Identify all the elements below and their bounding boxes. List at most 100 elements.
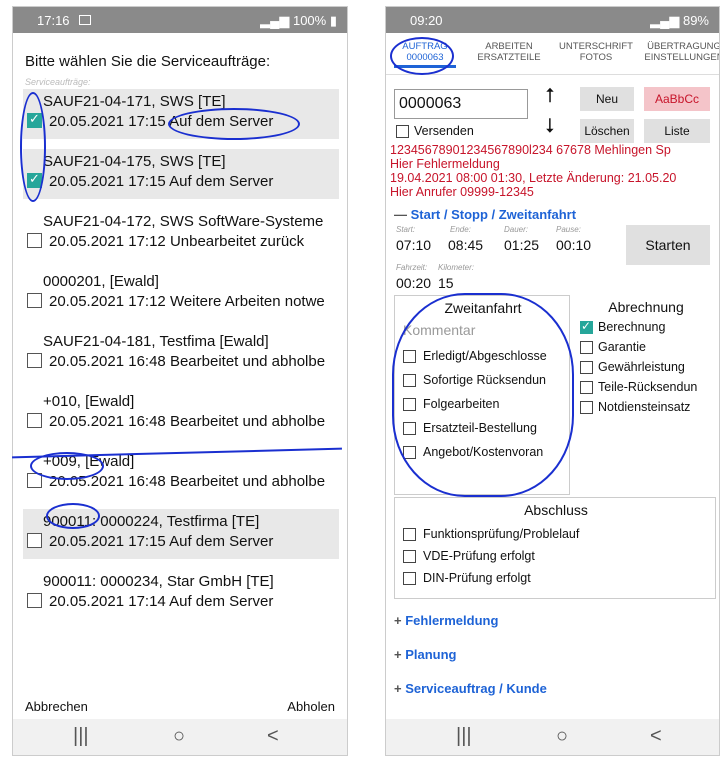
order-number-field[interactable]: 0000063 [394,89,528,119]
service-order-row[interactable]: 900011: 0000224, Testfirma [TE] 20.05.202… [23,509,339,559]
collapsed-section-header[interactable]: + Serviceauftrag / Kunde [394,681,547,696]
row-status: 20.05.2021 16:48 Bearbeitet und abholbe [49,473,326,490]
fetch-button[interactable]: Abholen [287,699,335,714]
billing-checkbox[interactable] [580,319,593,334]
billing-checkbox[interactable] [580,381,593,394]
cancel-button[interactable]: Abbrechen [25,699,88,714]
service-order-row[interactable]: SAUF21-04-171, SWS [TE] 20.05.2021 17:15 … [23,89,339,139]
billing-checkbox[interactable] [580,401,593,414]
comment-input[interactable]: Kommentar [403,322,475,338]
service-order-row[interactable]: SAUF21-04-175, SWS [TE] 20.05.2021 17:15 … [23,149,339,199]
row-status: 20.05.2021 17:14 Auf dem Server [49,593,274,610]
recent-apps-icon[interactable]: ||| [456,725,472,748]
row-status: 20.05.2021 17:15 Auf dem Server [49,113,274,130]
collapsed-section-label: Planung [405,647,457,662]
row-checkbox[interactable] [27,413,42,428]
row-checkbox[interactable] [27,353,42,368]
home-icon[interactable]: ○ [556,725,568,748]
signal-icon: ▂▄▆ [650,13,680,28]
second-trip-option-label: Sofortige Rücksendun [423,373,546,387]
start-time-value[interactable]: 07:10 [396,237,431,253]
completion-option-label: Funktionsprüfung/Problelauf [423,527,580,541]
start-section-label: Start / Stopp / Zweitanfahrt [410,207,577,222]
completion-checkbox[interactable] [403,528,416,541]
start-button[interactable]: Starten [626,225,710,265]
duration-value[interactable]: 01:25 [504,237,539,253]
expand-icon: + [394,647,406,662]
collapsed-section-header[interactable]: + Planung [394,647,457,662]
tab-unterschrift[interactable]: UNTERSCHRIFT FOTOS [556,41,636,63]
row-status: 20.05.2021 17:15 Auf dem Server [49,533,274,550]
collapsed-section-header[interactable]: + Fehlermeldung [394,613,498,628]
tab-arbeiten[interactable]: ARBEITEN ERSATZTEILE [474,41,544,63]
tab-bar: AUFTRAG 0000063 ARBEITEN ERSATZTEILE UNT… [386,33,719,75]
second-trip-panel: Zweitanfahrt Kommentar Erledigt/Abgeschl… [394,295,570,495]
service-order-row[interactable]: 0000201, [Ewald] 20.05.2021 17:12 Weitere… [23,269,339,319]
billing-checkbox[interactable] [580,341,593,354]
tab-sublabel: ERSATZTEILE [477,52,541,63]
kilometer-label: Kilometer: [438,263,475,272]
row-status: 20.05.2021 17:15 Auf dem Server [49,173,274,190]
second-trip-option-label: Angebot/Kostenvoran [423,445,544,459]
row-title: +010, [Ewald] [43,393,135,410]
sort-up-icon[interactable]: ⭡ [536,85,564,108]
status-bar: 09:20 ▂▄▆ 89% [386,7,719,33]
new-button[interactable]: Neu [580,87,634,111]
style-button[interactable]: AaBbCc [644,87,710,111]
status-time: 09:20 [410,13,443,28]
tab-sublabel: 0000063 [406,52,444,63]
info-line-3: 19.04.2021 08:00 01:30, Letzte Änderung:… [390,171,677,185]
service-order-row[interactable]: 900011: 0000234, Star GmbH [TE] 20.05.202… [23,569,339,619]
row-title: +009, [Ewald] [43,453,135,470]
row-checkbox[interactable] [27,293,42,308]
service-order-row[interactable]: SAUF21-04-172, SWS SoftWare-Systeme 20.05… [23,209,339,259]
completion-checkbox[interactable] [403,550,416,563]
second-trip-option-label: Ersatzteil-Bestellung [423,421,537,435]
service-order-row[interactable]: +009, [Ewald] 20.05.2021 16:48 Bearbeitet… [23,449,339,499]
battery-icon: ▮ [329,13,337,28]
completion-checkbox[interactable] [403,572,416,585]
back-icon[interactable]: < [650,725,662,748]
tab-sublabel: EINSTELLUNGEN [644,52,720,63]
second-trip-checkbox[interactable] [403,446,416,459]
left-phone-screen: 17:16 ▂▄▆ 100% ▮ Bitte wählen Sie die Se… [12,6,348,756]
billing-checkbox[interactable] [580,361,593,374]
service-order-row[interactable]: SAUF21-04-181, Testfima [Ewald] 20.05.202… [23,329,339,379]
row-checkbox[interactable] [27,171,42,188]
android-nav-bar: ||| ○ < [386,719,719,755]
collapsed-section-label: Fehlermeldung [405,613,499,628]
tab-auftrag[interactable]: AUFTRAG 0000063 [394,41,456,68]
billing-option-label: Gewährleistung [598,360,685,374]
tab-uebertragung[interactable]: ÜBERTRAGUNG EINSTELLUNGEN [642,41,720,63]
home-icon[interactable]: ○ [173,725,185,748]
dialog-subtitle: Serviceaufträge: [25,77,91,87]
row-checkbox[interactable] [27,473,42,488]
row-checkbox[interactable] [27,233,42,248]
sort-down-icon[interactable]: ⭣ [536,115,564,138]
row-checkbox[interactable] [27,111,42,128]
second-trip-checkbox[interactable] [403,350,416,363]
second-trip-checkbox[interactable] [403,422,416,435]
row-title: 0000201, [Ewald] [43,273,159,290]
service-order-row[interactable]: +010, [Ewald] 20.05.2021 16:48 Bearbeitet… [23,389,339,439]
second-trip-checkbox[interactable] [403,398,416,411]
second-trip-option-label: Folgearbeiten [423,397,500,411]
kilometer-value[interactable]: 15 [438,275,454,291]
start-section-header[interactable]: — Start / Stopp / Zweitanfahrt [394,207,576,222]
info-line-4: Hier Anrufer 09999-12345 [390,185,534,199]
recent-apps-icon[interactable]: ||| [73,725,89,748]
list-button[interactable]: Liste [644,119,710,143]
end-time-value[interactable]: 08:45 [448,237,483,253]
row-checkbox[interactable] [27,593,42,608]
send-checkbox[interactable] [396,125,409,138]
drive-time-value[interactable]: 00:20 [396,275,431,291]
pause-value[interactable]: 00:10 [556,237,591,253]
delete-button[interactable]: Löschen [580,119,634,143]
start-time-label: Start: [396,225,416,234]
back-icon[interactable]: < [267,725,279,748]
expand-icon: + [394,613,406,628]
second-trip-checkbox[interactable] [403,374,416,387]
second-trip-option-label: Erledigt/Abgeschlosse [423,349,547,363]
row-status: 20.05.2021 17:12 Unbearbeitet zurück [49,233,305,250]
row-checkbox[interactable] [27,533,42,548]
